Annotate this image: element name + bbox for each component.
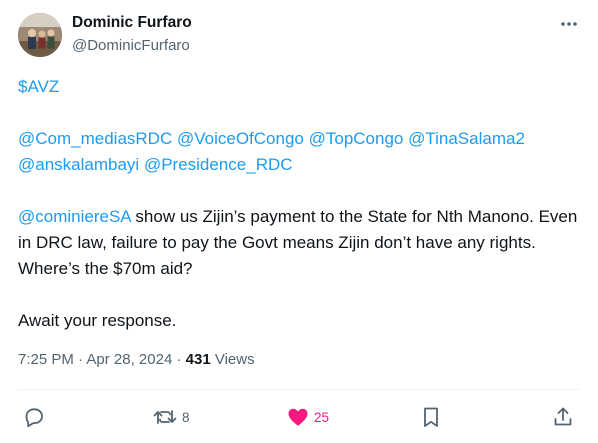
like-count: 25 <box>314 409 330 425</box>
reply-button[interactable] <box>22 404 46 430</box>
reply-icon <box>22 405 46 429</box>
action-bar: 8 25 <box>0 400 598 434</box>
tweet-date[interactable]: Apr 28, 2024 <box>86 351 172 368</box>
mention-link[interactable]: @Com_mediasRDC <box>18 129 172 148</box>
tweet-meta: 7:25 PM · Apr 28, 2024 · 431 Views <box>18 351 255 368</box>
cashtag-link[interactable]: $AVZ <box>18 77 59 96</box>
reply-mention-link[interactable]: @cominiereSA <box>18 207 131 226</box>
avatar[interactable] <box>18 13 62 57</box>
bookmark-button[interactable] <box>420 404 442 430</box>
tweet-time[interactable]: 7:25 PM <box>18 351 74 368</box>
mention-link[interactable]: @TopCongo <box>309 129 404 148</box>
bookmark-icon <box>420 405 442 429</box>
repost-button[interactable]: 8 <box>152 404 190 430</box>
mention-link[interactable]: @VoiceOfCongo <box>177 129 304 148</box>
tweet-text: $AVZ @Com_mediasRDC @VoiceOfCongo @TopCo… <box>18 74 583 334</box>
repost-count: 8 <box>182 409 190 425</box>
avatar-photo <box>18 13 62 57</box>
like-button[interactable]: 25 <box>286 404 329 430</box>
share-button[interactable] <box>552 404 574 430</box>
views-label: Views <box>210 351 255 368</box>
views-count[interactable]: 431 <box>186 351 211 368</box>
more-options-icon[interactable] <box>558 14 580 34</box>
mention-link[interactable]: @anskalambayi <box>18 155 139 174</box>
author-handle[interactable]: @DominicFurfaro <box>72 37 190 54</box>
meta-separator: · <box>172 351 186 368</box>
mention-link[interactable]: @TinaSalama2 <box>408 129 525 148</box>
closing-text: Await your response. <box>18 311 177 330</box>
author-name[interactable]: Dominic Furfaro <box>72 14 192 32</box>
share-icon <box>552 405 574 429</box>
heart-icon <box>286 405 310 429</box>
meta-separator: · <box>73 351 87 368</box>
repost-icon <box>152 405 178 429</box>
tweet-card: Dominic Furfaro @DominicFurfaro $AVZ @Co… <box>0 0 598 443</box>
divider <box>18 389 580 390</box>
mention-link[interactable]: @Presidence_RDC <box>144 155 293 174</box>
